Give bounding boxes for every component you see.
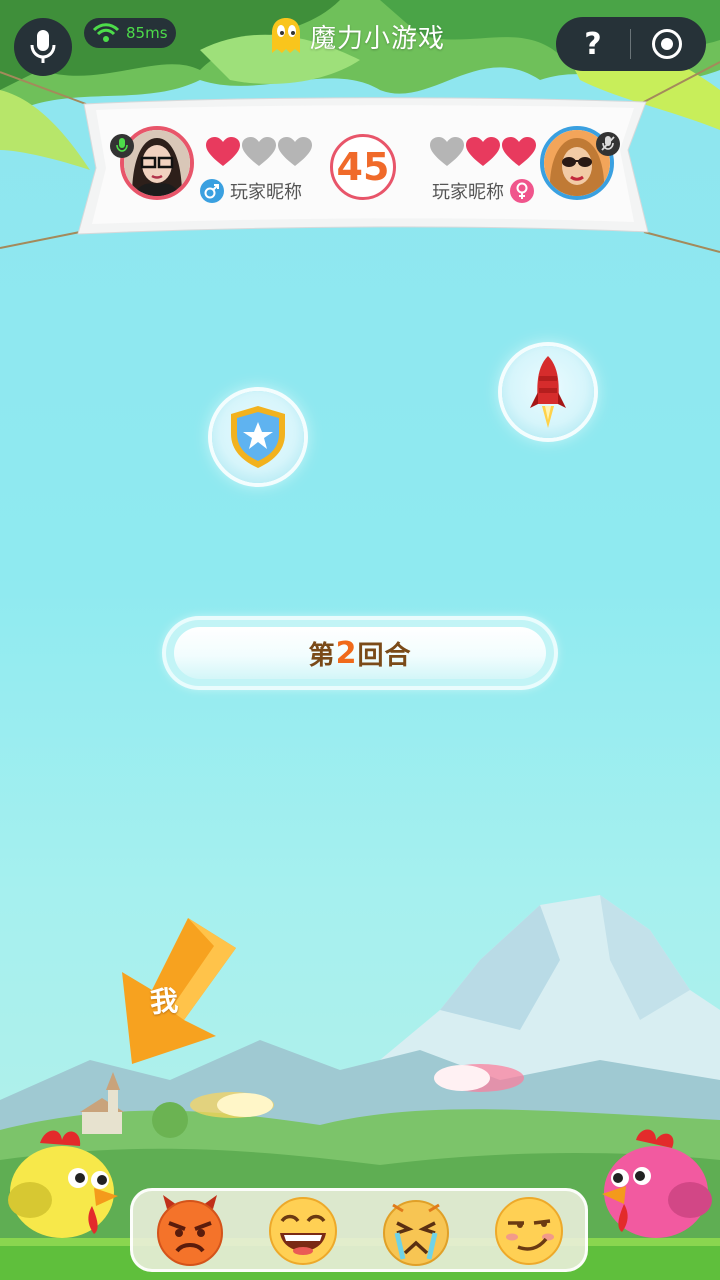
angry-devil-emoji[interactable]	[153, 1193, 227, 1267]
heart-active-icon	[466, 137, 500, 166]
smirk-emoji[interactable]	[492, 1193, 566, 1267]
right-mic-muted-icon	[596, 132, 620, 156]
game-stage: 85ms 魔力小游戏 ? 玩家昵称 45 玩家昵称 第 2 回合 我	[0, 0, 720, 1280]
emoji-tray	[130, 1188, 588, 1272]
shield-icon	[231, 406, 285, 468]
heart-lost-icon	[278, 137, 312, 166]
left-mic-on-icon	[110, 134, 134, 158]
mic-muted-glyph	[601, 136, 615, 151]
help-button[interactable]: ?	[556, 17, 630, 71]
rocket-powerup[interactable]	[502, 346, 594, 438]
male-icon	[200, 179, 224, 203]
left-player-hearts	[206, 137, 312, 167]
frustrated-emoji[interactable]	[379, 1193, 453, 1267]
round-prefix: 第	[308, 640, 336, 671]
ghost-logo-icon	[272, 18, 300, 53]
rocket-icon	[530, 356, 566, 428]
heart-active-icon	[502, 137, 536, 166]
me-label: 我	[148, 984, 180, 1019]
help-label: ?	[584, 26, 602, 62]
countdown-timer: 45	[330, 134, 396, 200]
left-player-avatar[interactable]	[120, 126, 194, 200]
me-arrow-icon	[122, 918, 236, 1064]
round-suffix: 回合	[357, 640, 412, 671]
round-inner: 第 2 回合	[174, 627, 546, 679]
mic-on-glyph	[116, 138, 128, 152]
microphone-icon	[30, 30, 56, 63]
left-player-name: 玩家昵称	[230, 182, 302, 203]
round-indicator: 第 2 回合	[166, 620, 554, 686]
network-status: 85ms	[84, 18, 176, 48]
mini-program-capsule: ?	[556, 17, 706, 71]
right-player-name: 玩家昵称	[432, 182, 504, 203]
ping-value: 85ms	[126, 24, 168, 42]
round-number: 2	[335, 635, 358, 671]
app-title-bar: 魔力小游戏	[270, 16, 445, 56]
right-player-hearts	[430, 137, 536, 167]
right-player-info: 玩家昵称	[432, 178, 534, 204]
female-icon	[510, 179, 534, 203]
laughing-emoji[interactable]	[266, 1193, 340, 1267]
heart-active-icon	[206, 137, 240, 166]
app-title: 魔力小游戏	[310, 23, 446, 54]
wifi-icon	[92, 23, 120, 42]
shield-powerup[interactable]	[212, 391, 304, 483]
close-target-icon[interactable]	[652, 29, 682, 59]
avatar-image	[124, 130, 190, 196]
heart-lost-icon	[430, 137, 464, 166]
capsule-divider	[630, 29, 631, 59]
left-player-info: 玩家昵称	[200, 178, 302, 204]
voice-chat-button[interactable]	[14, 18, 72, 76]
heart-lost-icon	[242, 137, 276, 166]
